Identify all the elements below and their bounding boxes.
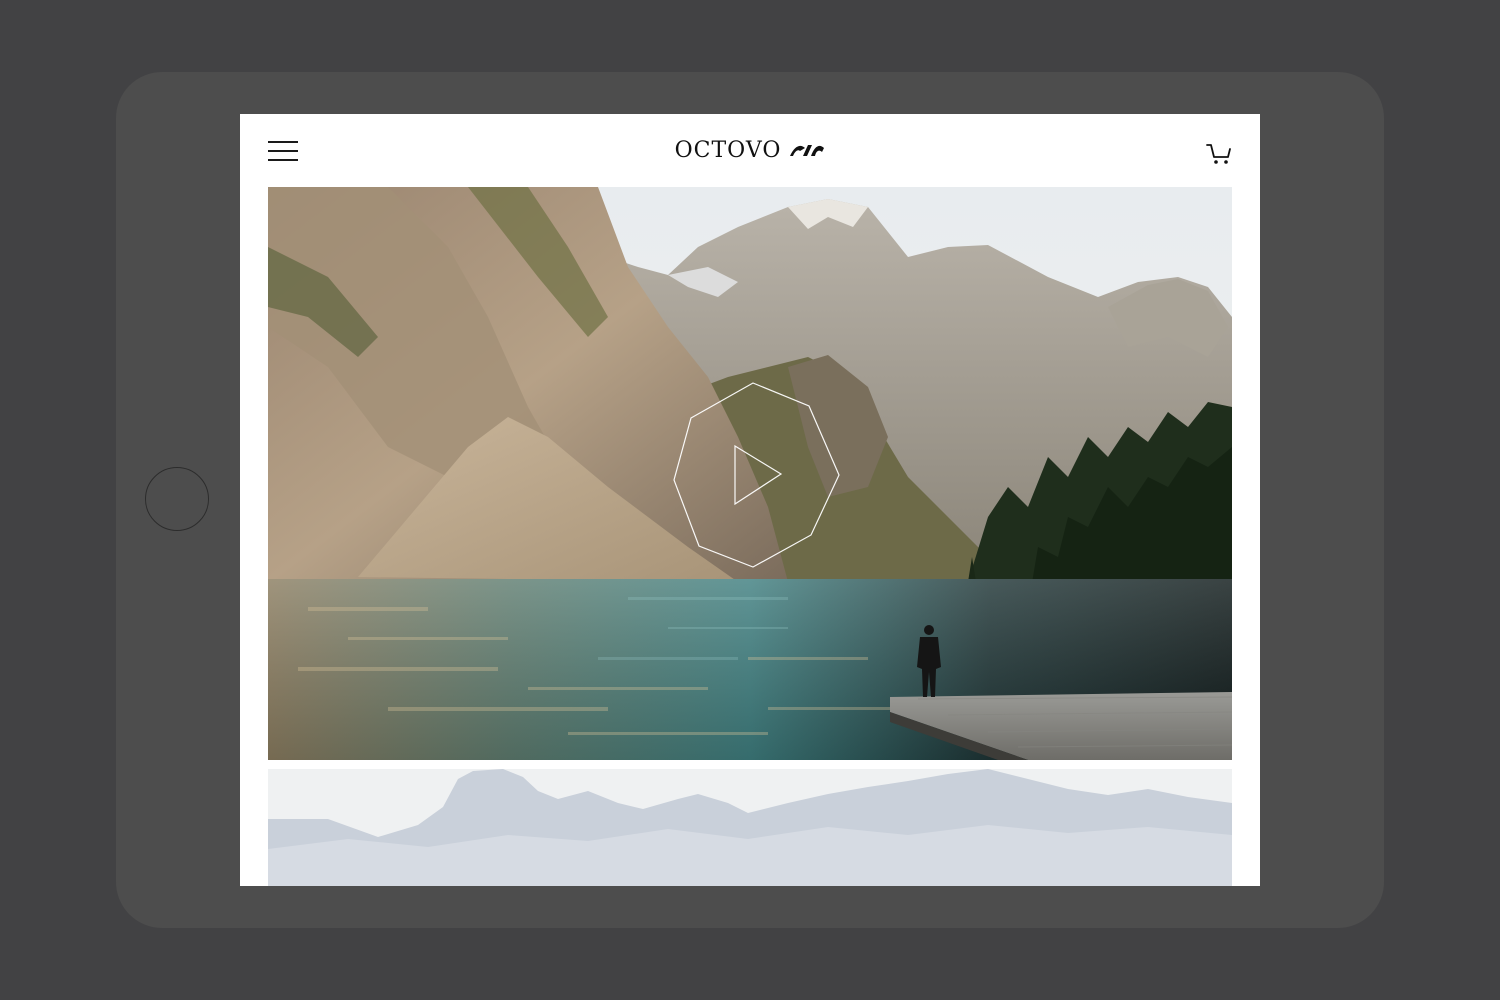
play-icon[interactable] xyxy=(671,380,841,570)
logo: OCTOVO xyxy=(240,134,1260,168)
second-section xyxy=(268,769,1232,886)
home-button[interactable] xyxy=(145,467,209,531)
misty-mountains-photo xyxy=(268,769,1232,886)
hero-video[interactable] xyxy=(268,187,1232,760)
logo-text[interactable]: OCTOVO xyxy=(675,134,782,168)
site-header: OCTOVO xyxy=(240,114,1260,187)
tablet-screen: OCTOVO xyxy=(240,114,1260,886)
logo-mark-icon xyxy=(790,145,825,156)
shopping-cart-icon[interactable] xyxy=(1206,141,1232,165)
hamburger-menu-icon[interactable] xyxy=(268,141,298,161)
